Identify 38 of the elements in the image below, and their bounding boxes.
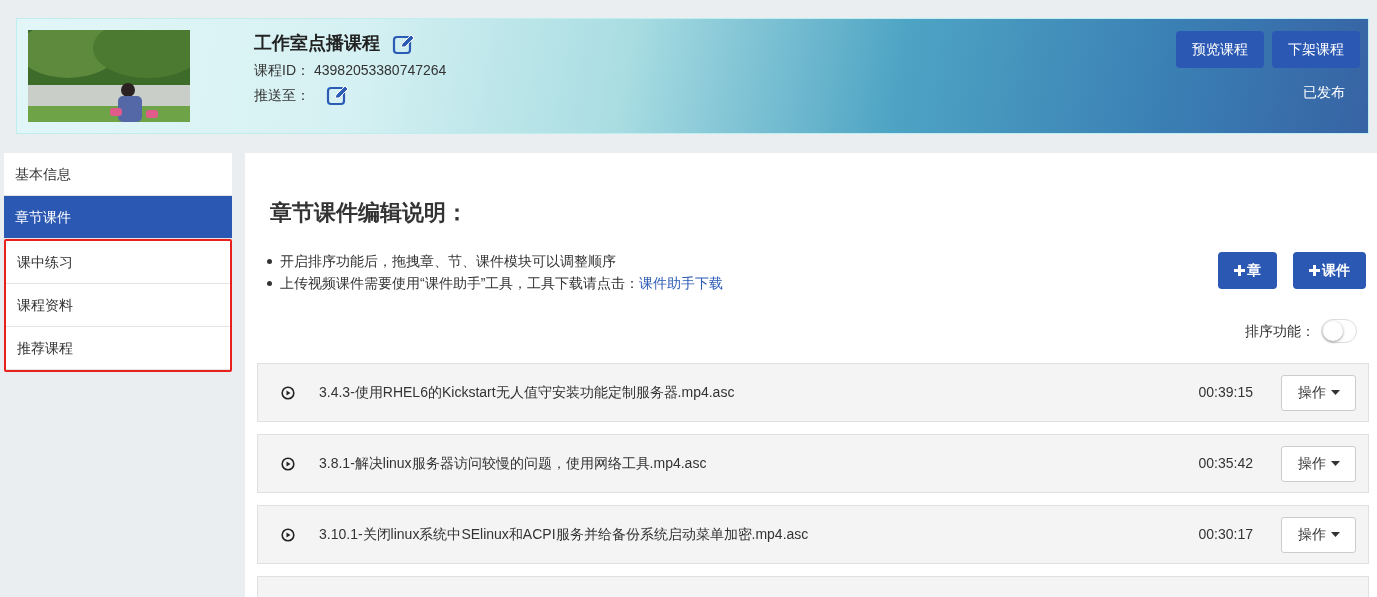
caret-icon — [1330, 390, 1340, 395]
course-button[interactable]: 下架课程 — [1272, 31, 1360, 68]
course-id-label: 课程ID： — [254, 61, 310, 80]
push-label: 推送至： — [254, 85, 310, 105]
bullet-icon — [267, 258, 272, 264]
play-icon[interactable] — [281, 385, 295, 400]
add-button[interactable]: 课件 — [1293, 252, 1366, 289]
play-icon[interactable] — [281, 456, 295, 471]
sort-label: 排序功能： — [1245, 321, 1315, 341]
plus-icon — [1234, 265, 1245, 276]
bullet-icon — [267, 280, 272, 286]
note-text: 开启排序功能后，拖拽章、节、课件模块可以调整顺序 — [280, 252, 616, 271]
lesson-duration: 00:39:15 — [1198, 383, 1253, 402]
edit-icon[interactable] — [392, 32, 416, 55]
lesson-duration: 00:35:42 — [1198, 454, 1253, 473]
lesson-title: 3.8.1-解决linux服务器访问较慢的问题，使用网络工具.mp4.asc — [319, 454, 707, 473]
caret-icon — [1330, 461, 1340, 466]
add-button[interactable]: 章 — [1218, 252, 1277, 289]
edit-icon[interactable] — [326, 84, 350, 106]
caret-icon — [1330, 532, 1340, 537]
sidebar-item[interactable]: 基本信息 — [4, 153, 232, 196]
lesson-duration: 00:30:17 — [1198, 525, 1253, 544]
lesson-title: 3.4.3-使用RHEL6的Kickstart无人值守安装功能定制服务器.mp4.asc — [319, 383, 735, 402]
section-heading: 章节课件编辑说明： — [269, 199, 469, 227]
course-button[interactable]: 预览课程 — [1176, 31, 1264, 68]
status-text: 已发布 — [1303, 83, 1345, 102]
course-id-value: 43982053380747264 — [314, 61, 447, 80]
action-button[interactable]: 操作 — [1281, 374, 1356, 411]
note-text: 上传视频课件需要使用“课件助手”工具，工具下载请点击： — [280, 274, 640, 293]
play-icon[interactable] — [281, 527, 295, 542]
action-button[interactable]: 操作 — [1281, 516, 1356, 553]
sidebar-item[interactable]: 章节课件 — [4, 196, 232, 239]
lesson-title: 3.10.1-关闭linux系统中SElinux和ACPI服务并给备份系统启动菜单加密.mp4.asc — [319, 525, 809, 544]
plus-icon — [1309, 265, 1320, 276]
download-link[interactable]: 课件助手下载 — [639, 272, 724, 294]
course-title: 工作室点播课程 — [254, 32, 380, 55]
sort-toggle[interactable] — [1321, 319, 1357, 343]
action-button[interactable]: 操作 — [1281, 445, 1356, 482]
